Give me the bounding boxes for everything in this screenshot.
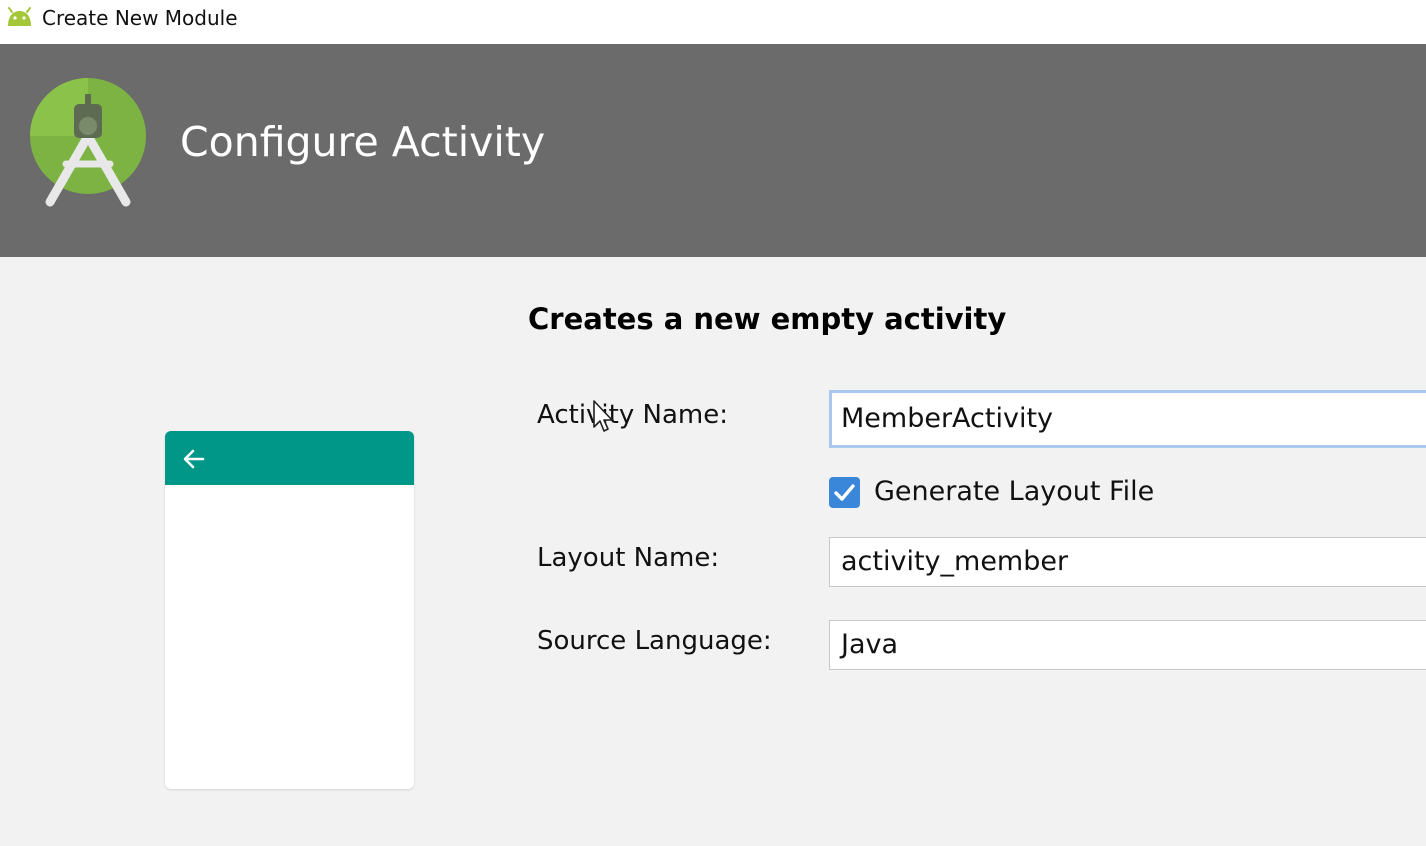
template-description: Creates a new empty activity xyxy=(528,302,1007,336)
arrow-left-icon xyxy=(180,445,208,473)
android-icon xyxy=(5,7,34,27)
preview-app-bar xyxy=(165,431,414,485)
source-language-select[interactable]: Java xyxy=(829,620,1426,670)
wizard-header: Configure Activity xyxy=(0,44,1426,257)
check-icon xyxy=(834,484,855,501)
wizard-content: Creates a new empty activity Activity Na… xyxy=(0,257,1426,846)
activity-name-input[interactable]: MemberActivity xyxy=(829,390,1426,448)
window-title: Create New Module xyxy=(42,6,238,30)
layout-name-input[interactable]: activity_member xyxy=(829,537,1426,587)
generate-layout-checkbox[interactable] xyxy=(829,477,860,508)
activity-template-preview xyxy=(165,431,414,789)
activity-name-label: Activity Name: xyxy=(537,400,728,430)
source-language-label: Source Language: xyxy=(537,626,772,656)
page-title: Configure Activity xyxy=(180,118,546,166)
layout-name-label: Layout Name: xyxy=(537,543,720,573)
android-studio-logo xyxy=(28,78,148,214)
mouse-cursor-icon xyxy=(592,399,614,435)
window-titlebar: Create New Module xyxy=(0,0,1426,44)
generate-layout-label[interactable]: Generate Layout File xyxy=(874,474,1154,510)
